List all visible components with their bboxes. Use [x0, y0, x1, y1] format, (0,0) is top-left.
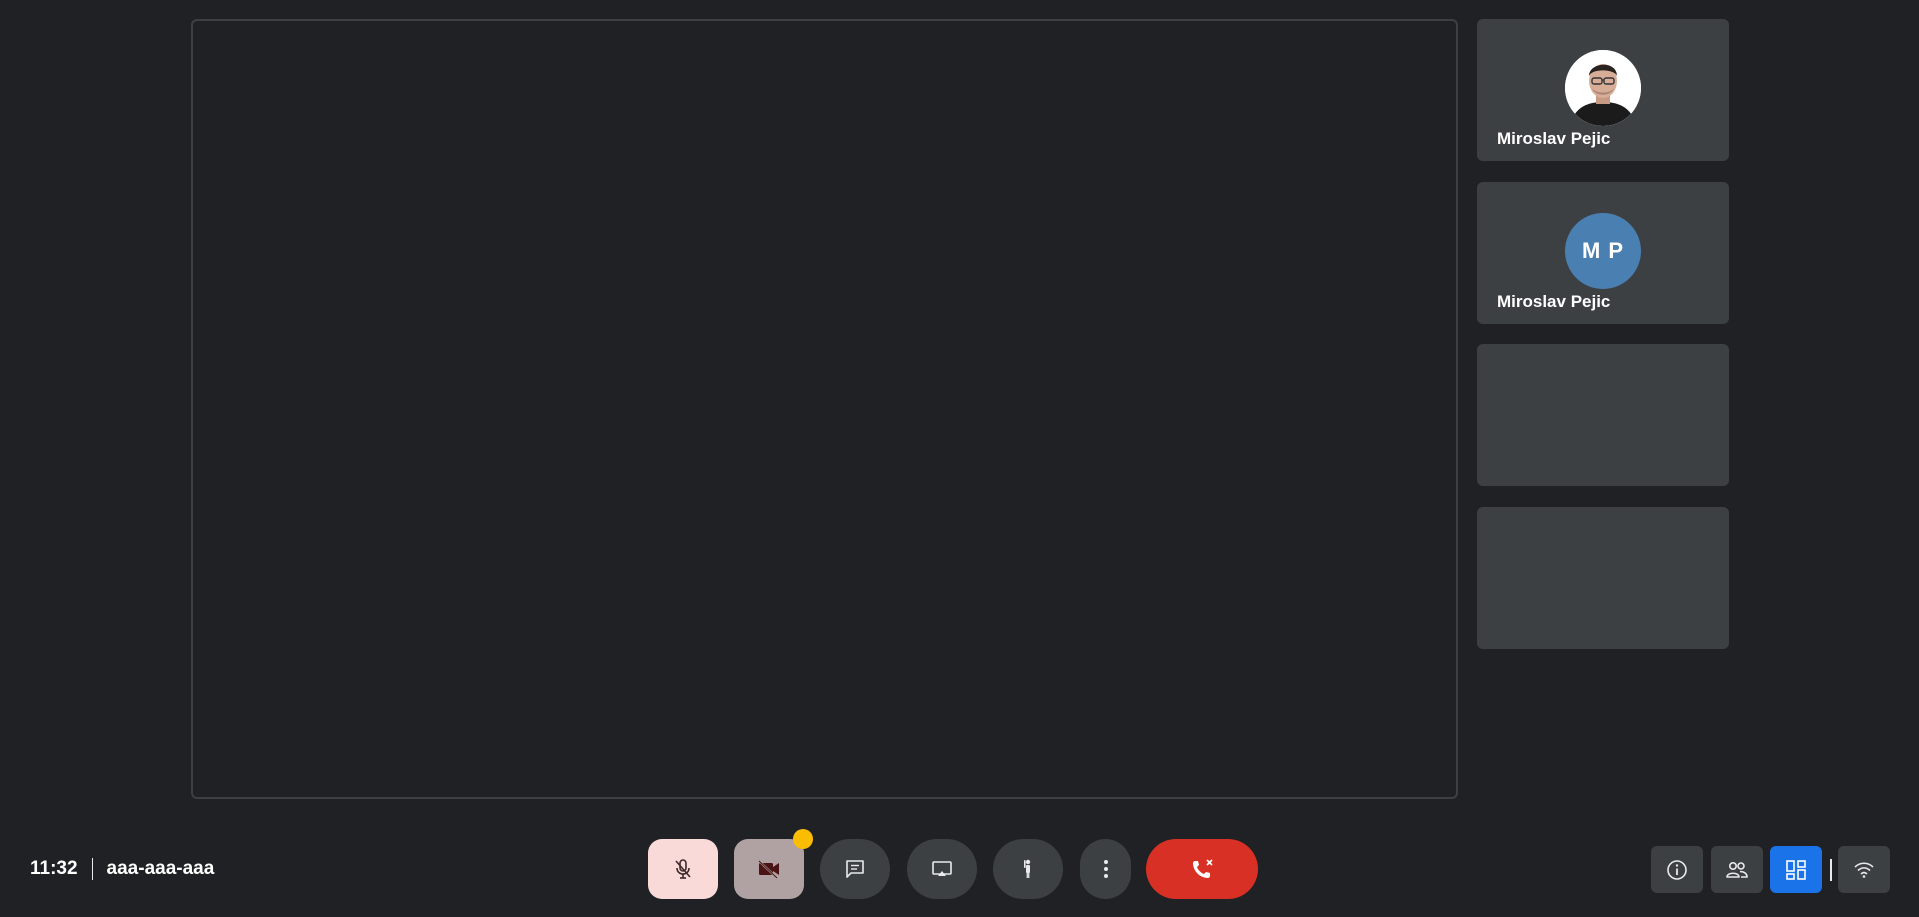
layout-grid-icon	[1786, 859, 1806, 880]
people-icon	[1726, 861, 1748, 878]
mic-toggle-button[interactable]	[648, 839, 718, 899]
present-screen-icon	[932, 861, 952, 876]
meeting-info-button[interactable]	[1651, 846, 1703, 893]
camera-toggle-button[interactable]	[734, 839, 804, 899]
participant-tile-empty	[1477, 344, 1729, 486]
participant-name: Miroslav Pejic	[1497, 129, 1611, 148]
meeting-info-divider	[91, 858, 93, 880]
participant-name: Miroslav Pejic	[1497, 292, 1611, 311]
chat-button[interactable]	[820, 839, 890, 899]
layout-toggle-button[interactable]	[1770, 846, 1822, 893]
raise-hand-icon	[1024, 859, 1031, 878]
participants-button[interactable]	[1711, 846, 1763, 893]
mic-off-icon	[675, 859, 691, 879]
camera-warning-badge	[793, 829, 813, 849]
camera-off-icon	[758, 860, 779, 879]
participant-avatar-photo	[1565, 50, 1641, 126]
participant-avatar-initials: M P	[1565, 213, 1641, 289]
controls-divider	[1830, 859, 1832, 881]
participant-tile[interactable]: Miroslav Pejic	[1477, 19, 1729, 161]
info-icon	[1667, 859, 1687, 880]
network-status-button[interactable]	[1838, 846, 1890, 893]
participant-tile-empty	[1477, 507, 1729, 649]
more-options-button[interactable]	[1080, 839, 1131, 899]
wifi-icon	[1854, 861, 1874, 878]
main-video-stage	[191, 19, 1458, 799]
present-screen-button[interactable]	[907, 839, 977, 899]
avatar-initials-text: M P	[1581, 238, 1625, 263]
participant-tile[interactable]: M P Miroslav Pejic	[1477, 182, 1729, 324]
end-call-button[interactable]	[1146, 839, 1258, 899]
meeting-time: 11:32	[30, 858, 78, 879]
more-vert-icon	[1103, 860, 1108, 878]
meeting-code: aaa-aaa-aaa	[106, 858, 215, 879]
raise-hand-button[interactable]	[993, 839, 1063, 899]
person-photo-icon	[1565, 50, 1641, 126]
end-call-icon	[1193, 859, 1213, 878]
chat-icon	[846, 860, 864, 878]
meeting-info: 11:32 aaa-aaa-aaa	[30, 856, 214, 882]
